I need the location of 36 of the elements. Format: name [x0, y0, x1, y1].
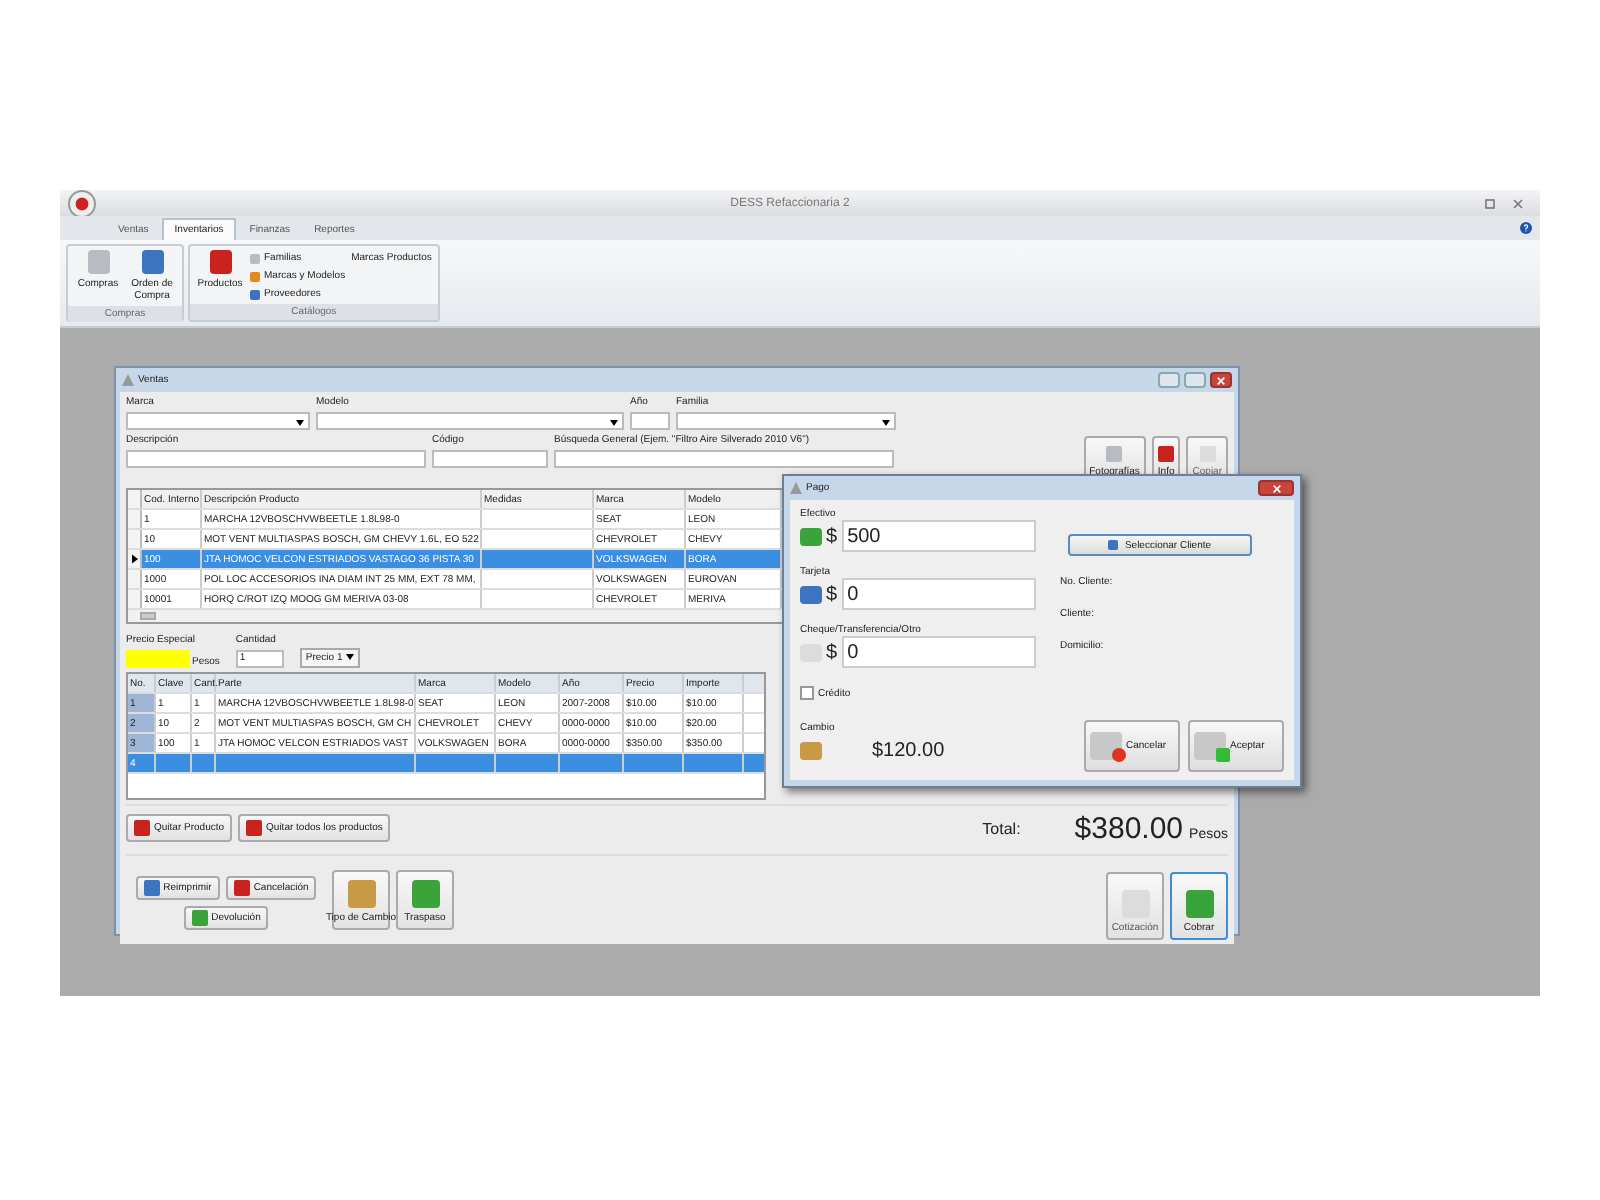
change-amount: $120.00	[872, 740, 945, 762]
input-field[interactable]	[432, 450, 548, 468]
caret-icon	[882, 420, 890, 426]
amount-field[interactable]: 0	[841, 636, 1036, 668]
dropdown[interactable]	[126, 412, 310, 430]
caret-icon	[610, 420, 618, 426]
currency-symbol: $	[826, 525, 838, 547]
amount-field[interactable]: 0	[841, 578, 1036, 610]
dropdown[interactable]	[316, 412, 624, 430]
minimize-button[interactable]	[1158, 372, 1180, 388]
scrollbar-thumb[interactable]	[140, 612, 156, 620]
close-icon	[1216, 375, 1226, 385]
total-amount: $380.00	[1074, 811, 1184, 845]
close-icon	[1271, 483, 1281, 493]
currency-symbol: $	[826, 583, 838, 605]
input-field[interactable]	[554, 450, 894, 468]
help-icon[interactable]	[1520, 222, 1532, 234]
app-icon	[790, 482, 802, 494]
amount-field[interactable]: 500	[841, 520, 1036, 552]
dropdown[interactable]	[676, 412, 896, 430]
credit-checkbox[interactable]	[800, 686, 814, 700]
app-logo-icon[interactable]	[68, 189, 96, 217]
close-button[interactable]	[1258, 480, 1294, 496]
currency-symbol: $	[826, 641, 838, 663]
row-header[interactable]	[128, 550, 142, 568]
input-field[interactable]	[630, 412, 670, 430]
restore-icon[interactable]	[1484, 197, 1496, 209]
close-button[interactable]	[1210, 372, 1232, 388]
row-pointer-icon	[131, 554, 137, 564]
special-price-field[interactable]	[126, 650, 190, 668]
total-label: Total:	[982, 819, 1021, 837]
close-icon[interactable]	[1512, 197, 1524, 209]
app-icon	[122, 374, 134, 386]
caret-icon	[345, 654, 354, 660]
caret-icon	[296, 420, 304, 426]
input-field[interactable]	[126, 450, 426, 468]
